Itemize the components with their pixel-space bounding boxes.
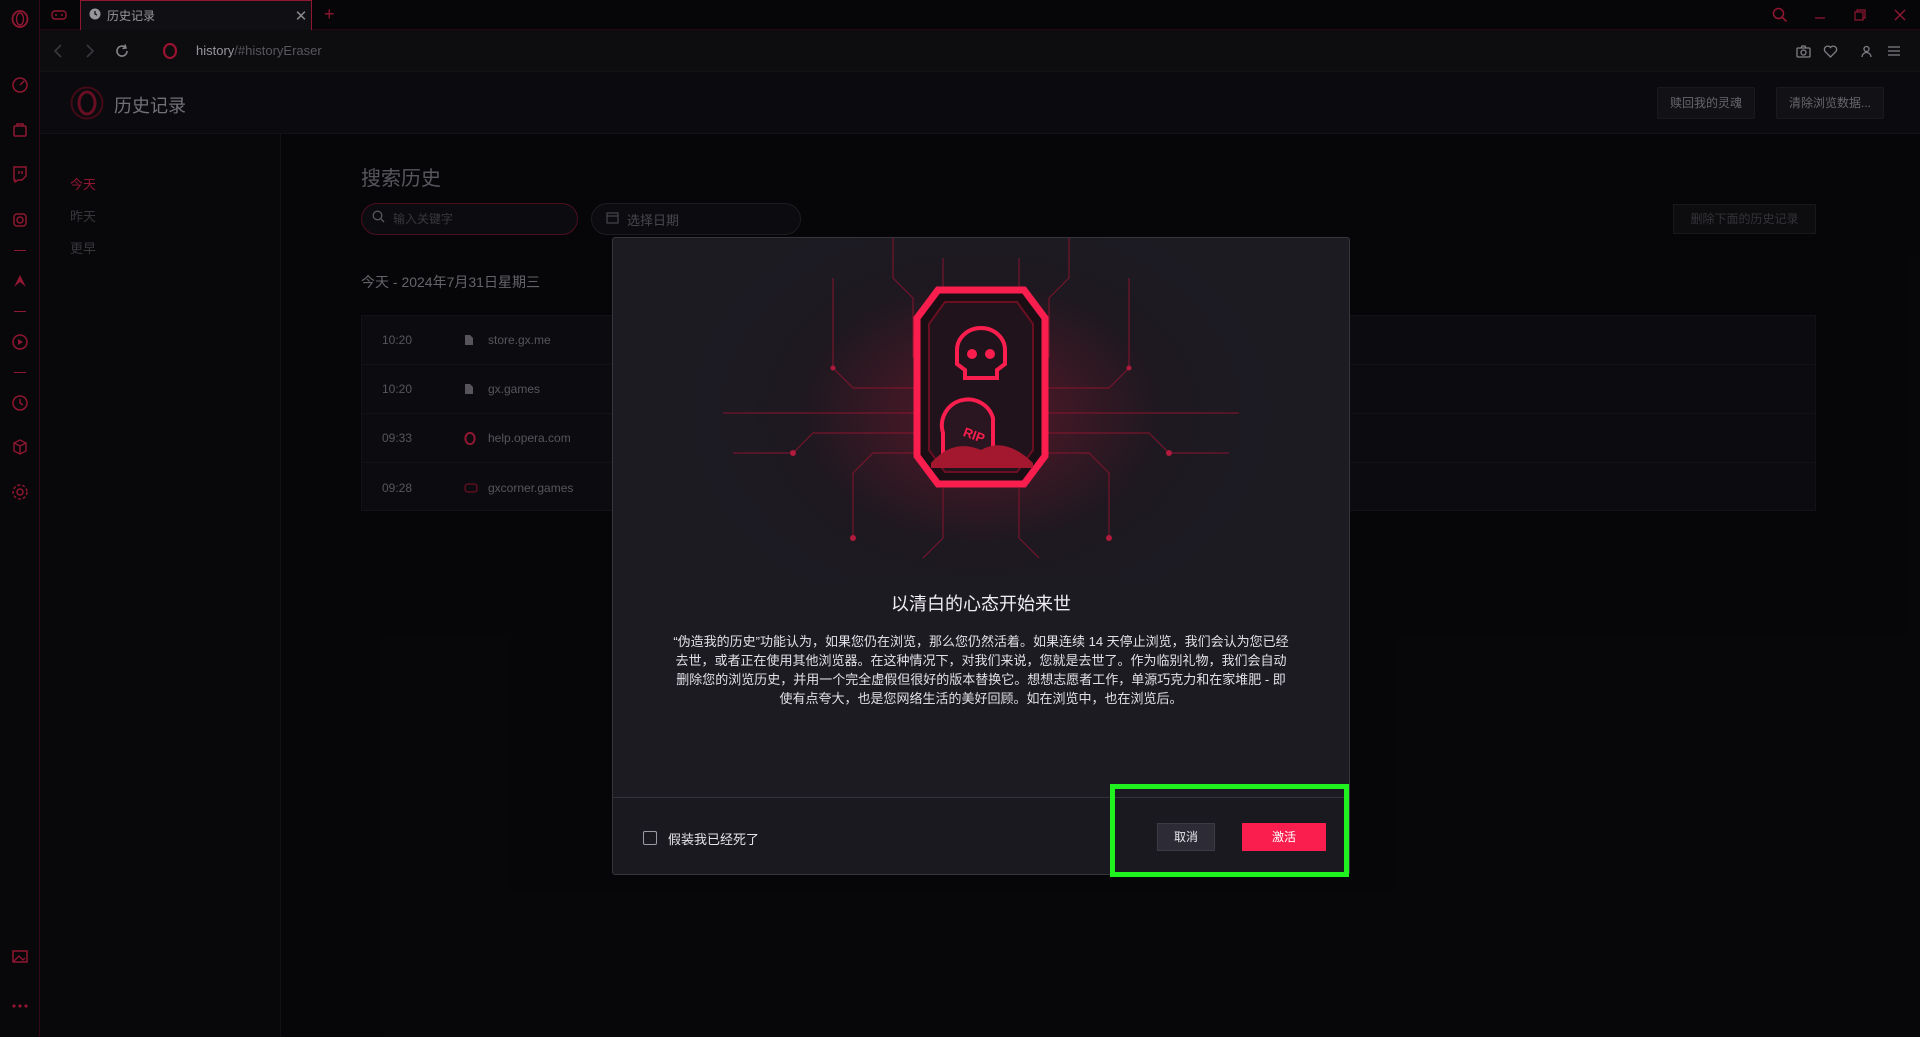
browser-window: 历史记录 ✕ + history/#historyEraser 历史记录 赎回我… [0, 0, 1920, 1037]
highlight-box [1110, 784, 1349, 877]
dialog-title: 以清白的心态开始来世 [891, 594, 1071, 614]
pretend-dead-label[interactable]: 假装我已经死了 [668, 829, 759, 848]
dialog-body: “伪造我的历史”功能认为，如果您仍在浏览，那么您仍然活着。如果连续 14 天停止… [673, 634, 1289, 706]
pretend-dead-checkbox[interactable] [643, 831, 657, 845]
history-eraser-dialog: RIP 以清白的心态开始来世 “伪造我的历史”功能认为，如果您仍在浏览，那么您仍… [612, 237, 1350, 875]
dialog-illustration: RIP [613, 238, 1349, 578]
